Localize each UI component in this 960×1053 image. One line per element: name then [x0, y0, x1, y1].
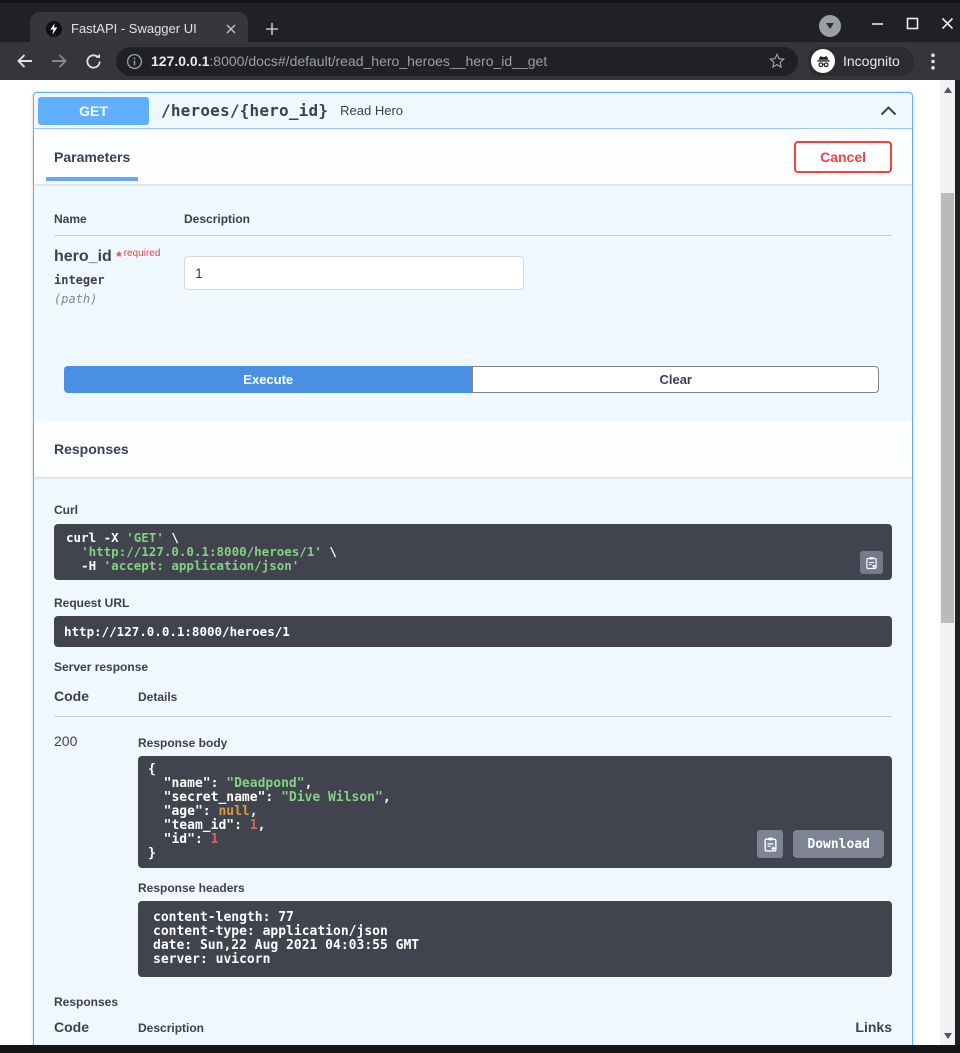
parameters-header: Parameters Cancel	[34, 129, 912, 184]
url-path: :8000/docs#/default/read_hero_heroes__he…	[209, 53, 547, 69]
forward-button[interactable]	[42, 46, 76, 76]
chevron-down-icon	[826, 23, 834, 29]
response-body-label: Response body	[138, 736, 892, 750]
response-headers-block: content-length: 77content-type: applicat…	[138, 901, 892, 977]
operation-path: /heroes/{hero_id}	[161, 101, 328, 120]
responses-header: Responses	[34, 421, 912, 477]
responses-table-title: Responses	[54, 995, 892, 1009]
incognito-badge: Incognito	[808, 47, 914, 76]
new-tab-button[interactable]	[262, 19, 282, 39]
address-bar[interactable]: 127.0.0.1:8000/docs#/default/read_hero_h…	[116, 47, 798, 76]
responses-title: Responses	[54, 441, 129, 457]
url-host: 127.0.0.1	[151, 53, 209, 69]
execute-button[interactable]: Execute	[64, 366, 472, 393]
code-column-header: Code	[54, 688, 138, 704]
required-label: required	[124, 248, 161, 259]
tab-search-button[interactable]	[819, 15, 841, 37]
parameters-body: Name Description hero_id *required integ…	[34, 184, 912, 393]
arrow-up-icon	[944, 87, 952, 93]
description-column-header: Description	[138, 1021, 855, 1035]
menu-kebab-button[interactable]	[916, 46, 950, 76]
details-column-header: Details	[138, 690, 892, 704]
bookmark-star-icon[interactable]	[768, 52, 786, 70]
response-headers-label: Response headers	[138, 881, 892, 895]
download-button[interactable]: Download	[793, 830, 884, 858]
tab-close-icon[interactable]	[222, 20, 240, 38]
scrollbar-thumb[interactable]	[941, 193, 954, 623]
divider	[54, 716, 892, 717]
request-url-block: http://127.0.0.1:8000/heroes/1	[54, 616, 892, 647]
close-button[interactable]	[941, 17, 954, 35]
collapse-chevron-icon[interactable]	[880, 106, 897, 116]
browser-tab[interactable]: FastAPI - Swagger UI	[30, 12, 248, 45]
back-button[interactable]	[8, 46, 42, 76]
links-column-header: Links	[855, 1019, 892, 1035]
param-location: (path)	[54, 292, 184, 306]
curl-code-block: curl -X 'GET' \ 'http://127.0.0.1:8000/h…	[54, 524, 892, 580]
browser-titlebar: FastAPI - Swagger UI	[0, 0, 960, 42]
arrow-down-icon	[944, 1033, 952, 1039]
response-body-block: { "name": "Deadpond", "secret_name": "Di…	[138, 756, 892, 868]
site-info-icon[interactable]	[126, 53, 143, 70]
required-star: *	[116, 248, 121, 264]
responses-body: Curl curl -X 'GET' \ 'http://127.0.0.1:8…	[34, 477, 912, 1045]
tab-title: FastAPI - Swagger UI	[71, 21, 222, 36]
param-row-hero-id: hero_id *required integer (path)	[54, 236, 892, 306]
server-response-row: 200 Response body { "name": "Deadpond", …	[54, 731, 892, 977]
col-name-header: Name	[54, 212, 184, 226]
window-border-right	[955, 80, 960, 1053]
fastapi-favicon	[46, 21, 62, 37]
scroll-down-button[interactable]	[940, 1028, 955, 1043]
url-text: 127.0.0.1:8000/docs#/default/read_hero_h…	[151, 53, 768, 69]
code-column-header: Code	[54, 1019, 138, 1035]
browser-toolbar: 127.0.0.1:8000/docs#/default/read_hero_h…	[0, 42, 960, 80]
method-badge: GET	[38, 97, 149, 125]
server-response-label: Server response	[54, 660, 892, 674]
copy-curl-button[interactable]	[860, 551, 883, 574]
clear-button[interactable]: Clear	[472, 366, 879, 393]
incognito-icon	[811, 49, 835, 73]
maximize-button[interactable]	[906, 17, 919, 35]
scroll-up-button[interactable]	[940, 82, 955, 97]
reload-button[interactable]	[76, 46, 110, 76]
request-url-value: http://127.0.0.1:8000/heroes/1	[64, 625, 882, 638]
tab-parameters[interactable]: Parameters	[54, 149, 130, 165]
window-border-bottom	[0, 1045, 960, 1053]
copy-response-button[interactable]	[757, 830, 783, 858]
cancel-button[interactable]: Cancel	[794, 141, 892, 173]
col-description-header: Description	[184, 212, 892, 226]
incognito-label: Incognito	[843, 53, 900, 69]
page-content: GET /heroes/{hero_id} Read Hero Paramete…	[0, 80, 940, 1045]
minimize-button[interactable]	[871, 17, 884, 35]
operation-description: Read Hero	[340, 103, 403, 118]
status-code: 200	[54, 731, 138, 977]
hero-id-input[interactable]	[184, 256, 524, 290]
opblock-get-heroes: GET /heroes/{hero_id} Read Hero Paramete…	[33, 92, 913, 1045]
curl-label: Curl	[54, 503, 892, 517]
param-name: hero_id	[54, 248, 112, 265]
request-url-label: Request URL	[54, 596, 892, 610]
param-type: integer	[54, 273, 184, 287]
operation-summary[interactable]: GET /heroes/{hero_id} Read Hero	[34, 93, 912, 129]
